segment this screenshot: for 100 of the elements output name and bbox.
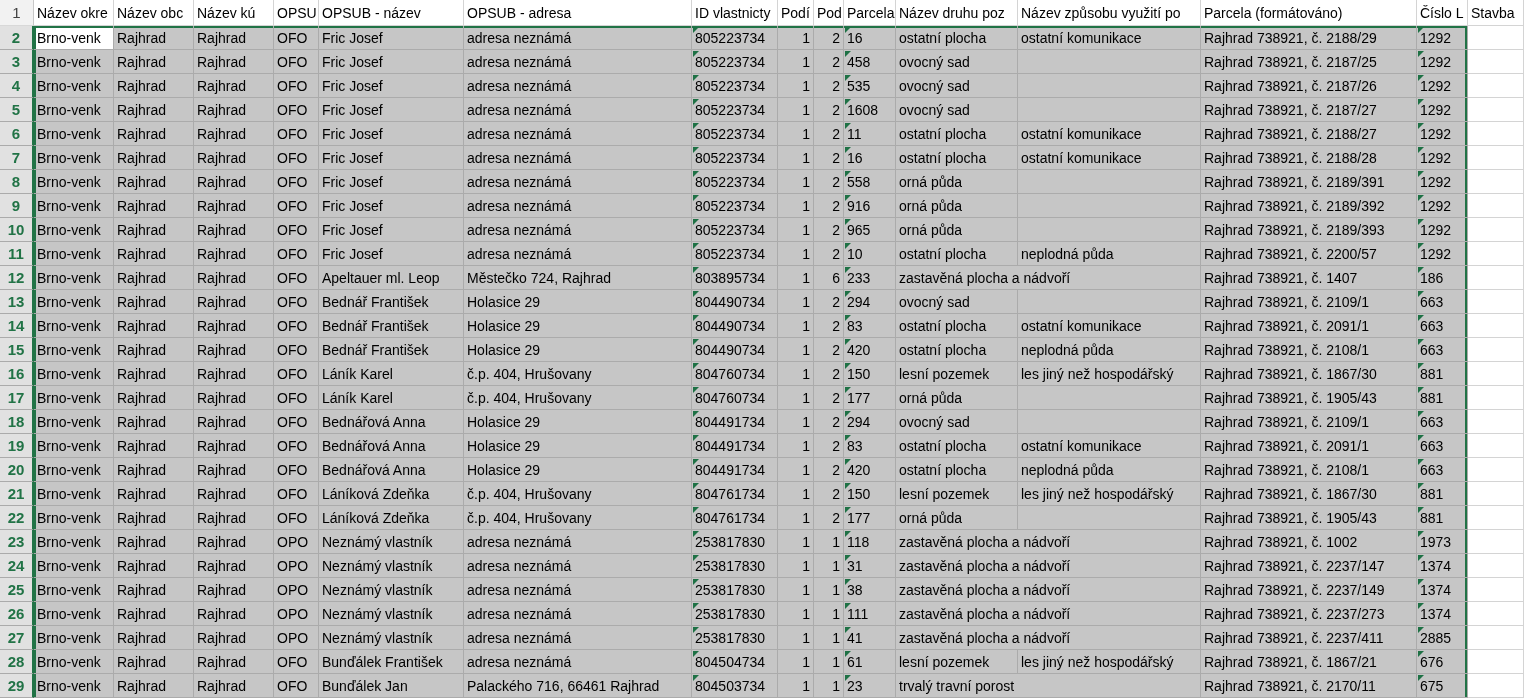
table-cell: 2 [814, 290, 844, 314]
table-cell: Fric Josef [319, 122, 464, 146]
table-cell: Městečko 724, Rajhrad [464, 266, 692, 290]
row-header[interactable]: 5 [0, 98, 34, 122]
table-cell: adresa neznámá [464, 98, 692, 122]
table-cell: Rajhrad [114, 74, 194, 98]
table-cell: Rajhrad [114, 602, 194, 626]
table-cell: 1 [814, 530, 844, 554]
row-header[interactable]: 12 [0, 266, 34, 290]
table-cell: Holasice 29 [464, 458, 692, 482]
table-cell: OPO [274, 578, 319, 602]
table-cell: OFO [274, 338, 319, 362]
row-header[interactable]: 9 [0, 194, 34, 218]
row-header[interactable]: 14 [0, 314, 34, 338]
row-header[interactable]: 6 [0, 122, 34, 146]
table-cell: Rajhrad 738921, č. 1002 [1201, 530, 1417, 554]
table-cell: ostatní plocha [896, 242, 1018, 266]
table-cell: 804491734 [692, 434, 778, 458]
row-header[interactable]: 18 [0, 410, 34, 434]
table-cell: 1292 [1417, 194, 1468, 218]
table-cell: ovocný sad [896, 290, 1018, 314]
column-header-cell: OPSUB - název [319, 0, 464, 26]
table-cell: Rajhrad [114, 434, 194, 458]
row-header[interactable]: 17 [0, 386, 34, 410]
row-header[interactable]: 11 [0, 242, 34, 266]
table-cell: 1 [778, 242, 814, 266]
table-cell: 83 [844, 434, 896, 458]
table-cell: 1292 [1417, 98, 1468, 122]
table-cell: OFO [274, 74, 319, 98]
row-header[interactable]: 8 [0, 170, 34, 194]
table-cell: 1 [778, 314, 814, 338]
table-cell: 803895734 [692, 266, 778, 290]
table-cell: 1292 [1417, 146, 1468, 170]
row-header[interactable]: 26 [0, 602, 34, 626]
table-cell: ostatní plocha [896, 314, 1018, 338]
table-cell: Rajhrad [114, 290, 194, 314]
row-header[interactable]: 10 [0, 218, 34, 242]
row-header[interactable]: 21 [0, 482, 34, 506]
table-cell: Bunďálek Jan [319, 674, 464, 698]
table-cell: OFO [274, 242, 319, 266]
row-header[interactable]: 22 [0, 506, 34, 530]
row-header[interactable]: 13 [0, 290, 34, 314]
row-header[interactable]: 28 [0, 650, 34, 674]
table-cell: 111 [844, 602, 896, 626]
table-cell: OFO [274, 482, 319, 506]
table-cell: 1 [814, 602, 844, 626]
row-header[interactable]: 23 [0, 530, 34, 554]
table-cell: 805223734 [692, 26, 778, 50]
table-cell: 881 [1417, 386, 1468, 410]
row-header[interactable]: 27 [0, 626, 34, 650]
row-header[interactable]: 2 [0, 26, 34, 50]
table-cell: 253817830 [692, 578, 778, 602]
table-cell: Brno-venk [34, 194, 114, 218]
row-header[interactable]: 24 [0, 554, 34, 578]
table-cell: 1 [778, 26, 814, 50]
table-cell: Rajhrad [114, 674, 194, 698]
row-header[interactable]: 4 [0, 74, 34, 98]
table-cell: Rajhrad [194, 218, 274, 242]
table-cell: Rajhrad 738921, č. 2237/273 [1201, 602, 1417, 626]
row-header[interactable]: 29 [0, 674, 34, 698]
table-cell: 676 [1417, 650, 1468, 674]
table-cell: 1 [778, 290, 814, 314]
table-cell: Brno-venk [34, 26, 114, 50]
table-cell: Brno-venk [34, 458, 114, 482]
table-cell: Rajhrad 738921, č. 2109/1 [1201, 410, 1417, 434]
row-header[interactable]: 7 [0, 146, 34, 170]
table-cell: Brno-venk [34, 482, 114, 506]
row-header[interactable]: 16 [0, 362, 34, 386]
row-header[interactable]: 3 [0, 50, 34, 74]
table-cell: OFO [274, 98, 319, 122]
table-cell: Rajhrad 738921, č. 2188/27 [1201, 122, 1417, 146]
table-cell: Rajhrad [194, 506, 274, 530]
column-header-cell: OPSU [274, 0, 319, 26]
table-cell: Rajhrad [114, 386, 194, 410]
row-header[interactable]: 25 [0, 578, 34, 602]
table-cell: Fric Josef [319, 98, 464, 122]
table-cell: 805223734 [692, 218, 778, 242]
table-cell: Rajhrad 738921, č. 1905/43 [1201, 506, 1417, 530]
table-cell: Rajhrad [194, 578, 274, 602]
table-cell: 558 [844, 170, 896, 194]
table-cell: 804760734 [692, 362, 778, 386]
table-cell: 1 [778, 482, 814, 506]
table-cell: 61 [844, 650, 896, 674]
row-header[interactable]: 19 [0, 434, 34, 458]
table-cell: Rajhrad [194, 170, 274, 194]
table-cell: 2 [814, 26, 844, 50]
table-cell: 1 [778, 170, 814, 194]
row-header[interactable]: 15 [0, 338, 34, 362]
row-header[interactable]: 1 [0, 0, 34, 26]
row-header[interactable]: 20 [0, 458, 34, 482]
table-cell: Fric Josef [319, 170, 464, 194]
table-cell: 2 [814, 482, 844, 506]
table-cell: neplodná půda [1018, 242, 1201, 266]
table-cell: 1292 [1417, 242, 1468, 266]
table-cell: Rajhrad [194, 650, 274, 674]
table-cell: 1 [778, 122, 814, 146]
table-cell: 1374 [1417, 602, 1468, 626]
table-cell: 38 [844, 578, 896, 602]
table-cell: Rajhrad [114, 506, 194, 530]
table-cell: č.p. 404, Hrušovany [464, 482, 692, 506]
